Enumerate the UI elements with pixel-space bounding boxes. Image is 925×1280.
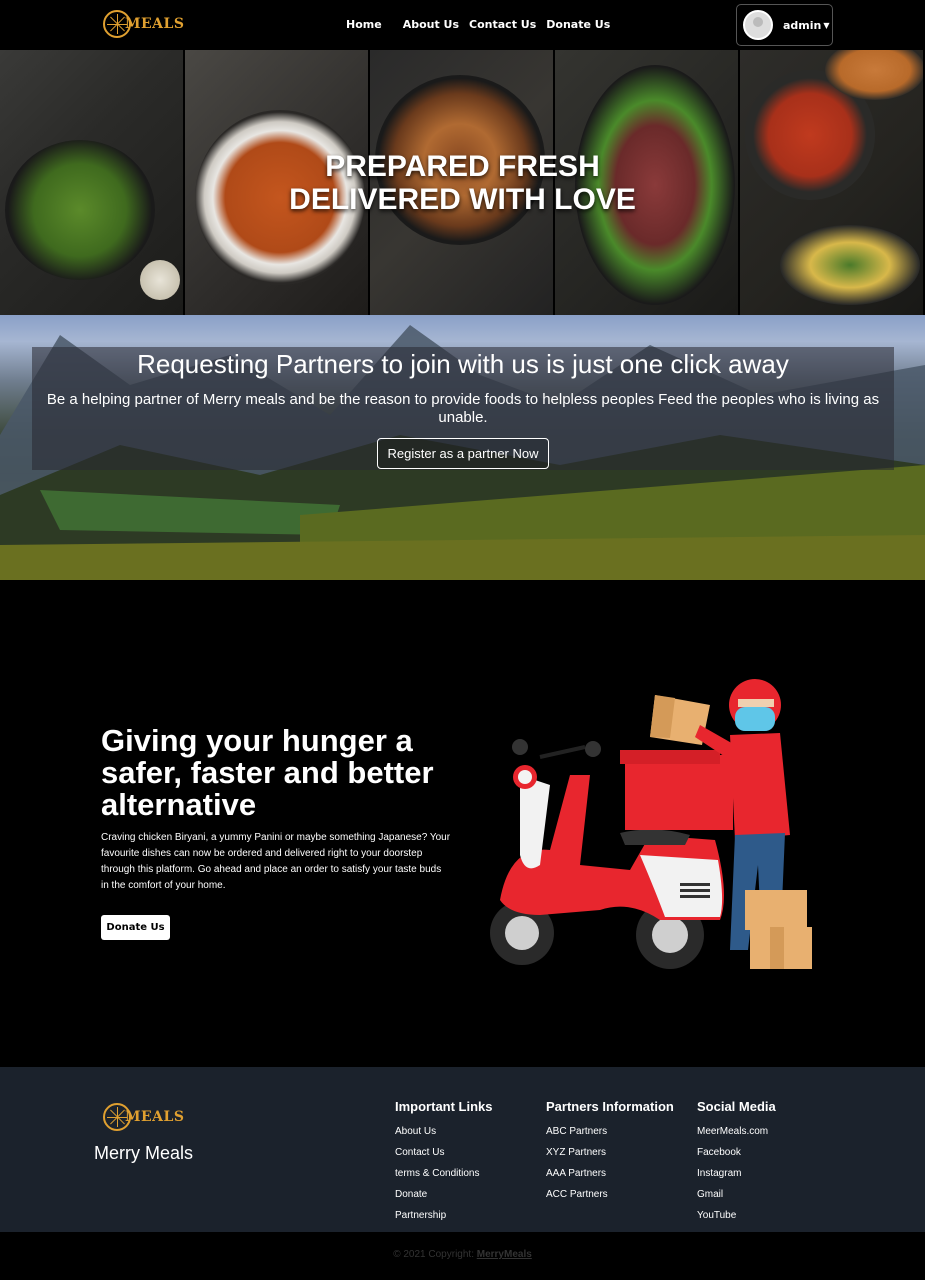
hero-heading: PREPARED FRESH DELIVERED WITH LOVE (0, 150, 925, 216)
wheel-logo-icon (103, 10, 131, 38)
hero-heading-line-1: PREPARED FRESH (325, 150, 600, 183)
hero-food-collage: PREPARED FRESH DELIVERED WITH LOVE (0, 50, 925, 315)
hunger-heading: Giving your hunger a safer, faster and b… (101, 723, 434, 822)
footer-link-terms[interactable]: terms & Conditions (395, 1163, 493, 1184)
footer-logo-text: MEALS (125, 1109, 185, 1125)
footer-link-contact[interactable]: Contact Us (395, 1142, 493, 1163)
footer-link-instagram[interactable]: Instagram (697, 1163, 776, 1184)
footer-link-facebook[interactable]: Facebook (697, 1142, 776, 1163)
nav-link-home[interactable]: Home (346, 18, 382, 31)
footer-link-aaa-partners[interactable]: AAA Partners (546, 1163, 674, 1184)
nav-link-about[interactable]: About Us (403, 18, 459, 31)
brand-logo[interactable]: MEALS (103, 10, 184, 38)
delivery-scooter-image (490, 679, 812, 969)
footer-link-youtube[interactable]: YouTube (697, 1205, 776, 1226)
footer: MEALS Merry Meals Important Links About … (0, 1067, 925, 1232)
hunger-description: Craving chicken Biryani, a yummy Panini … (101, 832, 451, 891)
footer-column-title: Social Media (697, 1099, 776, 1114)
footer-link-donate[interactable]: Donate (395, 1184, 493, 1205)
footer-column-important-links: Important Links About Us Contact Us term… (395, 1099, 493, 1226)
copyright: © 2021 Copyright: MerryMeals (0, 1249, 925, 1260)
footer-brand-name: Merry Meals (94, 1143, 194, 1163)
footer-link-abc-partners[interactable]: ABC Partners (546, 1121, 674, 1142)
footer-link-about[interactable]: About Us (395, 1121, 493, 1142)
footer-column-title: Partners Information (546, 1099, 674, 1114)
copyright-text: © 2021 Copyright: (393, 1249, 474, 1260)
logo-text: MEALS (125, 16, 185, 32)
footer-column-partners: Partners Information ABC Partners XYZ Pa… (546, 1099, 674, 1205)
user-name: admin (783, 18, 822, 32)
nav-link-contact[interactable]: Contact Us (469, 18, 536, 31)
copyright-link[interactable]: MerryMeals (477, 1249, 532, 1260)
footer-link-xyz-partners[interactable]: XYZ Partners (546, 1142, 674, 1163)
nav-links: Home About Us Contact Us Donate Us (346, 18, 620, 31)
footer-link-partnership[interactable]: Partnership (395, 1205, 493, 1226)
footer-column-social: Social Media MeerMeals.com Facebook Inst… (697, 1099, 776, 1226)
register-partner-button[interactable]: Register as a partner Now (377, 438, 549, 469)
partner-banner-text: Be a helping partner of Merry meals and … (46, 391, 880, 426)
navbar: MEALS Home About Us Contact Us Donate Us… (0, 0, 925, 50)
avatar (743, 10, 773, 40)
footer-link-gmail[interactable]: Gmail (697, 1184, 776, 1205)
footer-logo[interactable]: MEALS (103, 1103, 184, 1131)
partner-banner-box: Requesting Partners to join with us is j… (32, 347, 894, 470)
partner-banner-title: Requesting Partners to join with us is j… (137, 349, 789, 379)
footer-link-acc-partners[interactable]: ACC Partners (546, 1184, 674, 1205)
footer-link-website[interactable]: MeerMeals.com (697, 1121, 776, 1142)
partner-banner: Requesting Partners to join with us is j… (0, 315, 925, 580)
donate-button[interactable]: Donate Us (101, 915, 170, 940)
caret-down-icon: ▼ (823, 20, 830, 30)
hero-heading-line-2: DELIVERED WITH LOVE (289, 183, 636, 216)
wheel-logo-icon (103, 1103, 131, 1131)
nav-link-donate[interactable]: Donate Us (546, 18, 610, 31)
footer-column-title: Important Links (395, 1099, 493, 1114)
user-menu-dropdown[interactable]: admin ▼ (736, 4, 833, 46)
